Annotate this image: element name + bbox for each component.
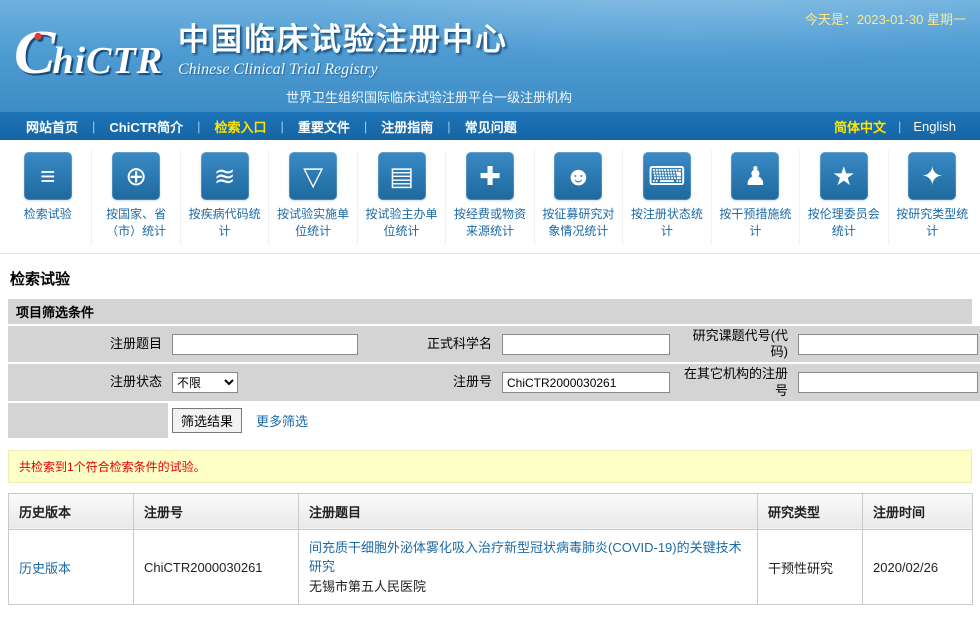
lang-simplified-chinese[interactable]: 简体中文 [822, 117, 898, 136]
site-tagline: 世界卫生组织国际临床试验注册平台一级注册机构 [286, 90, 573, 105]
filter-actions-left-pad [8, 402, 168, 438]
quicklink-search-trials[interactable]: ≡ 检索试验 [4, 150, 91, 245]
site-subtitle: Chinese Clinical Trial Registry [178, 61, 378, 78]
registration-status-select[interactable]: 不限 [172, 372, 238, 394]
dna-icon: ≋ [200, 152, 249, 200]
column-header-reg-date: 注册时间 [862, 492, 973, 530]
site-header: 今天是：2023-01-30 星期一 C•hiCTR 中国临床试验注册中心 Ch… [0, 0, 980, 112]
more-filters-link[interactable]: 更多筛选 [256, 411, 308, 430]
page: 今天是：2023-01-30 星期一 C•hiCTR 中国临床试验注册中心 Ch… [0, 0, 980, 606]
nav-right: 简体中文 | English [822, 117, 968, 136]
nav-item-about[interactable]: ChiCTR简介 [95, 117, 197, 136]
registered-title-input[interactable] [172, 333, 358, 355]
quicklink-by-recruitment-status[interactable]: ☻ 按征募研究对象情况统计 [533, 150, 622, 245]
quicklinks-bar: ≡ 检索试验 ⊕ 按国家、省（市）统计 ≋ 按疾病代码统计 ▽ 按试验实施单位统… [0, 140, 980, 254]
table-row: 历史版本 ChiCTR2000030261 间充质干细胞外泌体雾化吸入治疗新型冠… [8, 528, 973, 606]
registration-number-cell: ChiCTR2000030261 [133, 528, 299, 606]
other-registry-number-label: 在其它机构的注册号 [674, 364, 794, 401]
nav-item-search-entry[interactable]: 检索入口 [200, 117, 280, 136]
quicklink-label: 按经费或物资来源统计 [453, 207, 526, 239]
other-registry-number-input[interactable] [798, 372, 978, 394]
registered-title-label: 注册题目 [8, 325, 168, 363]
study-type-cell: 干预性研究 [757, 528, 863, 606]
nav-left: 网站首页 | ChiCTR简介 | 检索入口 | 重要文件 | 注册指南 | 常… [12, 117, 822, 136]
flask-icon: ▽ [289, 152, 338, 200]
site-title-block: 中国临床试验注册中心 Chinese Clinical Trial Regist… [178, 14, 572, 106]
globe-icon: ⊕ [112, 152, 161, 200]
quicklink-label: 检索试验 [23, 207, 72, 221]
quicklink-label: 按疾病代码统计 [188, 207, 261, 239]
quicklink-by-disease-code[interactable]: ≋ 按疾病代码统计 [179, 150, 268, 245]
logo-rest-text: hiCTR [52, 40, 164, 82]
quicklink-by-study-type[interactable]: ✦ 按研究类型统计 [887, 150, 976, 245]
scientific-name-input[interactable] [502, 333, 670, 355]
column-header-history: 历史版本 [8, 492, 134, 530]
numbered-list-icon: ≡ [23, 152, 72, 200]
main-nav: 网站首页 | ChiCTR简介 | 检索入口 | 重要文件 | 注册指南 | 常… [0, 112, 980, 140]
column-header-study-type: 研究类型 [757, 492, 863, 530]
sparkles-icon: ✦ [908, 152, 957, 200]
results-header-row: 历史版本 注册号 注册题目 研究类型 注册时间 [8, 492, 973, 530]
filter-row-1: 注册题目 正式科学名 研究课题代号(代码) [8, 325, 980, 365]
registration-number-label: 注册号 [364, 364, 498, 401]
trial-organization: 无锡市第五人民医院 [309, 578, 427, 594]
filter-actions-row: 筛选结果 更多筛选 [8, 402, 972, 438]
filter-form: 项目筛选条件 注册题目 正式科学名 研究课题代号(代码) 注册状态 不限 注册号 [8, 298, 980, 438]
column-header-regno: 注册号 [133, 492, 299, 530]
nav-item-home[interactable]: 网站首页 [12, 117, 92, 136]
quicklink-label: 按注册状态统计 [630, 207, 703, 239]
quicklink-label: 按国家、省（市）统计 [106, 207, 167, 239]
clipboard-icon: ▤ [377, 152, 426, 200]
quicklink-by-implementing-unit[interactable]: ▽ 按试验实施单位统计 [268, 150, 356, 245]
quicklink-label: 按干预措施统计 [719, 207, 792, 239]
study-code-input[interactable] [798, 333, 978, 355]
nav-item-important-docs[interactable]: 重要文件 [284, 117, 364, 136]
quicklink-label: 按伦理委员会统计 [807, 207, 880, 239]
registration-status-label: 注册状态 [8, 364, 168, 401]
quicklink-by-registration-status[interactable]: ⌨ 按注册状态统计 [622, 150, 710, 245]
keyboard-mouse-icon: ⌨ [642, 152, 691, 200]
quicklink-label: 按试验主办单位统计 [365, 207, 438, 239]
filter-row-2: 注册状态 不限 注册号 在其它机构的注册号 [8, 364, 980, 403]
site-title: 中国临床试验注册中心 [178, 22, 508, 57]
quicklink-by-ethics-committee[interactable]: ★ 按伦理委员会统计 [799, 150, 887, 245]
person-icon: ♟ [731, 152, 780, 200]
page-title: 检索试验 [10, 270, 71, 288]
logo-accent-dot: • [33, 22, 43, 51]
quicklink-by-intervention[interactable]: ♟ 按干预措施统计 [710, 150, 799, 245]
medkit-icon: ✚ [465, 152, 514, 200]
study-code-label: 研究课题代号(代码) [674, 325, 794, 363]
registration-date-cell: 2020/02/26 [862, 528, 973, 606]
registration-number-input[interactable] [502, 372, 670, 394]
today-date-text: 今天是：2023-01-30 星期一 [804, 12, 966, 27]
star-icon: ★ [819, 152, 868, 200]
nav-item-registration-guide[interactable]: 注册指南 [367, 117, 447, 136]
quicklink-label: 按研究类型统计 [896, 207, 969, 239]
filter-header: 项目筛选条件 [8, 298, 972, 326]
results-table: 历史版本 注册号 注册题目 研究类型 注册时间 历史版本 ChiCTR20000… [8, 492, 973, 606]
nav-item-faq[interactable]: 常见问题 [451, 117, 531, 136]
result-count-message: 共检索到1个符合检索条件的试验。 [8, 449, 972, 483]
people-icon: ☻ [554, 152, 603, 200]
chictr-logo[interactable]: C•hiCTR [14, 22, 163, 84]
filter-submit-button[interactable]: 筛选结果 [172, 407, 243, 433]
quicklink-by-sponsor-unit[interactable]: ▤ 按试验主办单位统计 [356, 150, 445, 245]
quicklink-label: 按征募研究对象情况统计 [542, 207, 615, 239]
trial-title-link[interactable]: 间充质干细胞外泌体雾化吸入治疗新型冠状病毒肺炎(COVID-19)的关键技术研究 [309, 538, 747, 577]
scientific-name-label: 正式科学名 [364, 325, 498, 363]
column-header-title: 注册题目 [298, 492, 758, 530]
quicklink-label: 按试验实施单位统计 [277, 207, 350, 239]
quicklink-by-country-province[interactable]: ⊕ 按国家、省（市）统计 [91, 150, 179, 245]
quicklink-by-funding-source[interactable]: ✚ 按经费或物资来源统计 [445, 150, 533, 245]
lang-english[interactable]: English [901, 119, 968, 134]
